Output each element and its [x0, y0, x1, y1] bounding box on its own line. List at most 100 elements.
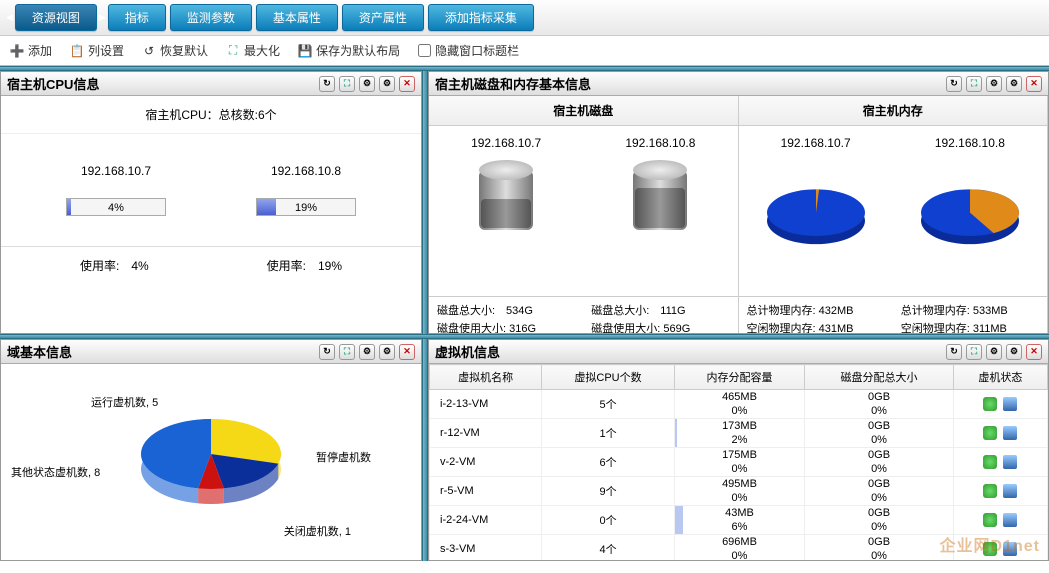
panel-disk-mem: 宿主机磁盘和内存基本信息 ↻ ⛶ ⚙ ⚙ ✕ 宿主机磁盘 宿主机内存 192.1… [428, 71, 1049, 334]
vm-col-header[interactable]: 内存分配容量 [674, 365, 804, 390]
restore-button[interactable]: ↺恢复默认 [142, 42, 208, 59]
panel-cpu-title: 宿主机CPU信息 [7, 74, 99, 93]
gear-icon[interactable]: ⚙ [379, 76, 395, 92]
hide-title-input[interactable] [418, 44, 431, 57]
cpu-usage-label: 使用率: 4% [80, 257, 149, 274]
settings-icon[interactable]: ⚙ [986, 344, 1002, 360]
close-icon[interactable]: ✕ [1026, 76, 1042, 92]
refresh-icon[interactable]: ↻ [946, 76, 962, 92]
nav-asset-attrs[interactable]: 资产属性 [342, 4, 424, 31]
vm-disk: 0GB0% [805, 477, 954, 506]
mem-host: 192.168.10.8 [893, 126, 1047, 296]
vm-status [953, 477, 1047, 506]
add-icon: ➕ [10, 44, 24, 58]
expand-icon[interactable]: ⛶ [339, 344, 355, 360]
status-monitor-icon [1003, 455, 1017, 469]
maximize-icon: ⛶ [226, 44, 240, 58]
pie-label-other: 其他状态虚机数, 8 [11, 464, 100, 480]
top-nav: ◀ 资源视图 ▶ 指标 监测参数 基本属性 资产属性 添加指标采集 [0, 0, 1049, 36]
mem-stats: 总计物理内存: 533MB空闲物理内存: 311MB [893, 297, 1047, 333]
status-ok-icon [983, 513, 997, 527]
settings-icon[interactable]: ⚙ [359, 76, 375, 92]
table-row[interactable]: v-2-VM 6个 175MB0% 0GB0% [430, 448, 1048, 477]
save-icon: 💾 [298, 44, 312, 58]
vm-status [953, 419, 1047, 448]
vm-col-header[interactable]: 虚机状态 [953, 365, 1047, 390]
gear-icon[interactable]: ⚙ [379, 344, 395, 360]
vm-table: 虚拟机名称虚拟CPU个数内存分配容量磁盘分配总大小虚机状态 i-2-13-VM … [429, 364, 1048, 560]
vm-mem: 495MB0% [674, 477, 804, 506]
expand-icon[interactable]: ⛶ [966, 76, 982, 92]
nav-indicator[interactable]: 指标 [108, 4, 166, 31]
refresh-icon[interactable]: ↻ [946, 344, 962, 360]
cpu-usage-label: 使用率: 19% [267, 257, 342, 274]
gear-icon[interactable]: ⚙ [1006, 344, 1022, 360]
columns-button[interactable]: 📋列设置 [70, 42, 124, 59]
cpu-bar: 4% [66, 198, 166, 216]
nav-resource-view[interactable]: 资源视图 [15, 4, 97, 31]
vm-cpu: 6个 [542, 448, 674, 477]
status-ok-icon [983, 484, 997, 498]
nav-right-icon[interactable]: ▶ [99, 12, 106, 23]
close-icon[interactable]: ✕ [399, 344, 415, 360]
cpu-summary: 宿主机CPU：总核数:6个 [1, 96, 421, 134]
vm-name: r-12-VM [430, 419, 542, 448]
expand-icon[interactable]: ⛶ [339, 76, 355, 92]
vm-mem: 175MB0% [674, 448, 804, 477]
nav-monitor-params[interactable]: 监测参数 [170, 4, 252, 31]
maximize-button[interactable]: ⛶最大化 [226, 42, 280, 59]
mem-stats: 总计物理内存: 432MB空闲物理内存: 431MB [739, 297, 893, 333]
disk-host: 192.168.10.7 [429, 126, 583, 296]
vm-cpu: 1个 [542, 419, 674, 448]
settings-icon[interactable]: ⚙ [986, 76, 1002, 92]
status-monitor-icon [1003, 484, 1017, 498]
mem-pie-icon [746, 180, 886, 250]
mem-header: 宿主机内存 [739, 96, 1049, 126]
expand-icon[interactable]: ⛶ [966, 344, 982, 360]
save-layout-button[interactable]: 💾保存为默认布局 [298, 42, 400, 59]
vm-mem: 173MB2% [674, 419, 804, 448]
vm-name: v-2-VM [430, 448, 542, 477]
vm-status [953, 390, 1047, 419]
table-row[interactable]: r-12-VM 1个 173MB2% 0GB0% [430, 419, 1048, 448]
vm-cpu: 4个 [542, 535, 674, 561]
restore-icon: ↺ [142, 44, 156, 58]
add-button[interactable]: ➕添加 [10, 42, 52, 59]
vm-cpu: 9个 [542, 477, 674, 506]
vm-col-header[interactable]: 磁盘分配总大小 [805, 365, 954, 390]
disk-stats: 磁盘总大小: 534G磁盘使用大小: 316G [429, 297, 583, 333]
hide-title-checkbox[interactable]: 隐藏窗口标题栏 [418, 42, 519, 59]
vm-mem: 696MB0% [674, 535, 804, 561]
settings-icon[interactable]: ⚙ [359, 344, 375, 360]
refresh-icon[interactable]: ↻ [319, 76, 335, 92]
pie-label-running: 运行虚机数, 5 [91, 394, 158, 410]
vm-col-header[interactable]: 虚拟机名称 [430, 365, 542, 390]
panel-domain-title: 域基本信息 [7, 342, 72, 361]
cpu-bar: 19% [256, 198, 356, 216]
cpu-ip: 192.168.10.7 [66, 164, 166, 178]
table-row[interactable]: i-2-24-VM 0个 43MB6% 0GB0% [430, 506, 1048, 535]
status-monitor-icon [1003, 397, 1017, 411]
panel-cpu: 宿主机CPU信息 ↻ ⛶ ⚙ ⚙ ✕ 宿主机CPU：总核数:6个 192.168… [0, 71, 422, 334]
cpu-host: 192.168.10.8 19% [256, 164, 356, 216]
close-icon[interactable]: ✕ [399, 76, 415, 92]
close-icon[interactable]: ✕ [1026, 344, 1042, 360]
table-row[interactable]: r-5-VM 9个 495MB0% 0GB0% [430, 477, 1048, 506]
refresh-icon[interactable]: ↻ [319, 344, 335, 360]
vm-disk: 0GB0% [805, 535, 954, 561]
pie-label-closed: 关闭虚机数, 1 [284, 523, 351, 539]
gear-icon[interactable]: ⚙ [1006, 76, 1022, 92]
toolbar: ➕添加 📋列设置 ↺恢复默认 ⛶最大化 💾保存为默认布局 隐藏窗口标题栏 [0, 36, 1049, 66]
disk-stats: 磁盘总大小: 111G磁盘使用大小: 569G [583, 297, 737, 333]
vm-disk: 0GB0% [805, 419, 954, 448]
vm-col-header[interactable]: 虚拟CPU个数 [542, 365, 674, 390]
vm-cpu: 0个 [542, 506, 674, 535]
vm-mem: 43MB6% [674, 506, 804, 535]
nav-basic-attrs[interactable]: 基本属性 [256, 4, 338, 31]
table-row[interactable]: i-2-13-VM 5个 465MB0% 0GB0% [430, 390, 1048, 419]
domain-pie-chart: 运行虚机数, 5 暂停虚机数 关闭虚机数, 1 其他状态虚机数, 8 [111, 394, 311, 534]
nav-add-indicator[interactable]: 添加指标采集 [428, 4, 534, 31]
nav-left-icon[interactable]: ◀ [6, 12, 13, 23]
vm-status [953, 506, 1047, 535]
disk-cylinder-icon [625, 160, 695, 240]
